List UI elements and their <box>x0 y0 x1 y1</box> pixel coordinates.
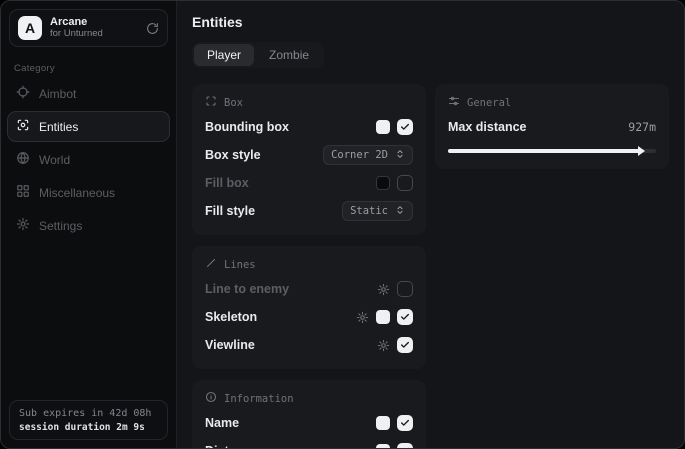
category-label: Category <box>14 63 176 74</box>
viewline-checkbox[interactable] <box>397 337 413 353</box>
setting-label: Fill style <box>205 204 255 218</box>
setting-label: Skeleton <box>205 310 257 324</box>
distance-checkbox[interactable] <box>397 443 413 448</box>
name-checkbox[interactable] <box>397 415 413 431</box>
info-icon <box>205 391 217 406</box>
bounding-box-checkbox[interactable] <box>397 119 413 135</box>
color-swatch[interactable] <box>376 416 390 430</box>
max-distance-slider[interactable] <box>448 146 656 156</box>
fill-box-checkbox[interactable] <box>397 175 413 191</box>
information-card: Information Name Distance <box>192 380 426 448</box>
scan-icon <box>16 118 30 135</box>
main-panel: Entities Player Zombie Box <box>177 1 684 448</box>
color-swatch[interactable] <box>376 176 390 190</box>
color-swatch[interactable] <box>376 120 390 134</box>
line-to-enemy-checkbox[interactable] <box>397 281 413 297</box>
sidebar-item-label: Aimbot <box>39 87 76 101</box>
setting-row: Box style Corner 2D <box>205 144 413 166</box>
box-corners-icon <box>205 95 217 110</box>
card-title: Lines <box>224 259 256 271</box>
sidebar-item-label: World <box>39 153 70 167</box>
fill-style-dropdown[interactable]: Static <box>342 201 413 221</box>
setting-row: Bounding box <box>205 116 413 138</box>
setting-row: Max distance 927m <box>448 116 656 138</box>
setting-row: Name <box>205 412 413 434</box>
setting-row: Line to enemy <box>205 278 413 300</box>
color-swatch[interactable] <box>376 310 390 324</box>
slider-fill <box>448 149 639 153</box>
setting-row: Viewline <box>205 334 413 356</box>
setting-row: Fill box <box>205 172 413 194</box>
sidebar-item-settings[interactable]: Settings <box>7 210 170 241</box>
app-subtitle: for Unturned <box>50 29 138 40</box>
setting-row: Distance <box>205 440 413 448</box>
setting-label: Max distance <box>448 120 527 134</box>
globe-icon <box>16 151 30 168</box>
gear-icon[interactable] <box>356 311 369 324</box>
session-duration-text: session duration 2m 9s <box>19 422 158 433</box>
sidebar-item-label: Miscellaneous <box>39 186 115 200</box>
card-title: Information <box>224 393 294 405</box>
sidebar-item-miscellaneous[interactable]: Miscellaneous <box>7 177 170 208</box>
sidebar-item-label: Settings <box>39 219 82 233</box>
setting-label: Fill box <box>205 176 249 190</box>
setting-label: Bounding box <box>205 120 289 134</box>
setting-label: Name <box>205 416 239 430</box>
app-window: A Arcane for Unturned Category Aimbot <box>0 0 685 449</box>
line-icon <box>205 257 217 272</box>
setting-label: Box style <box>205 148 261 162</box>
max-distance-value: 927m <box>628 120 656 134</box>
app-header: A Arcane for Unturned <box>9 9 168 47</box>
skeleton-checkbox[interactable] <box>397 309 413 325</box>
tab-player[interactable]: Player <box>194 44 254 66</box>
setting-label: Line to enemy <box>205 282 289 296</box>
sliders-icon <box>448 95 460 110</box>
setting-row: Fill style Static <box>205 200 413 222</box>
lines-card: Lines Line to enemy <box>192 246 426 369</box>
gear-icon <box>16 217 30 234</box>
page-title: Entities <box>192 14 669 30</box>
box-style-dropdown[interactable]: Corner 2D <box>323 145 413 165</box>
subscription-status: Sub expires in 42d 08h session duration … <box>9 400 168 440</box>
sidebar-item-aimbot[interactable]: Aimbot <box>7 78 170 109</box>
grid-icon <box>16 184 30 201</box>
chevrons-up-down-icon <box>395 149 405 162</box>
tab-zombie[interactable]: Zombie <box>256 44 322 66</box>
app-logo: A <box>18 16 42 40</box>
setting-label: Distance <box>205 444 257 448</box>
sub-expiry-text: Sub expires in 42d 08h <box>19 408 158 419</box>
crosshair-icon <box>16 85 30 102</box>
sidebar-item-world[interactable]: World <box>7 144 170 175</box>
sidebar-nav: Aimbot Entities World <box>1 76 176 243</box>
setting-row: Skeleton <box>205 306 413 328</box>
general-card: General Max distance 927m <box>435 84 669 169</box>
setting-label: Viewline <box>205 338 255 352</box>
sidebar: A Arcane for Unturned Category Aimbot <box>1 1 177 448</box>
sync-icon[interactable] <box>146 22 159 35</box>
box-card: Box Bounding box Box style <box>192 84 426 235</box>
sidebar-item-label: Entities <box>39 120 78 134</box>
card-title: General <box>467 97 511 109</box>
gear-icon[interactable] <box>377 339 390 352</box>
entity-tabs: Player Zombie <box>192 42 324 68</box>
app-name: Arcane <box>50 16 138 29</box>
chevrons-up-down-icon <box>395 205 405 218</box>
sidebar-item-entities[interactable]: Entities <box>7 111 170 142</box>
color-swatch[interactable] <box>376 444 390 448</box>
gear-icon[interactable] <box>377 283 390 296</box>
card-title: Box <box>224 97 243 109</box>
